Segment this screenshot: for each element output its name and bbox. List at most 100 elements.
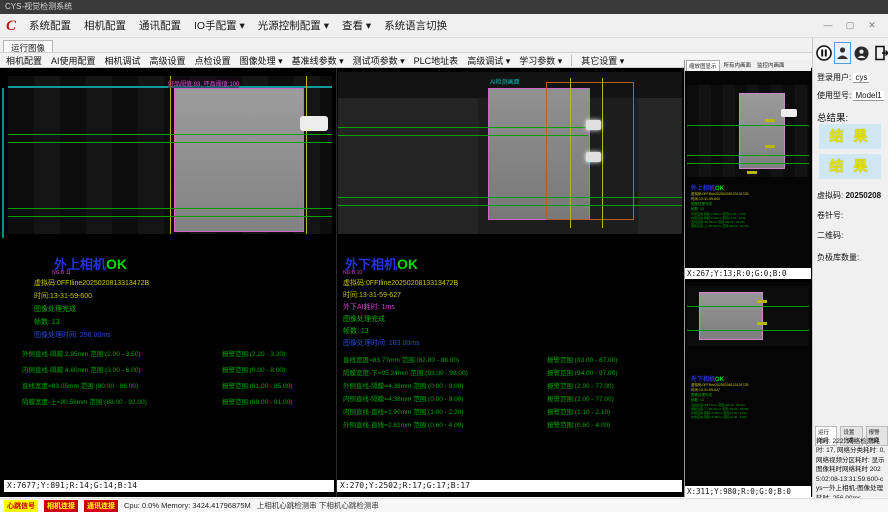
result-ok: OK xyxy=(397,256,418,272)
operator-icon xyxy=(854,46,869,61)
qr-code-label: 二维码: xyxy=(817,230,843,241)
time-line: 时间:13-31-59-600 xyxy=(34,291,92,301)
measure-line-green xyxy=(687,306,809,307)
menu-language-switch[interactable]: 系统语言切换 xyxy=(384,18,447,33)
machine-body-left xyxy=(338,98,478,234)
alarm-range: 报警范围:(0.60 - 4.00) xyxy=(547,419,610,429)
camera-panel-lower-outer[interactable]: AI检测画面 外下相机OK NG:B:10 虚拟码:0FFIline202502… xyxy=(336,68,682,497)
tool-image-processing[interactable]: 图像处理 ▾ xyxy=(240,54,283,67)
tool-learning-params[interactable]: 学习参数 ▾ xyxy=(519,54,562,67)
virtual-code-value: 20250208 xyxy=(845,191,881,200)
alarm-range: 报警范围:(94.00 - 97.00) xyxy=(547,367,617,377)
heartbeat-status-badge: 心跳信号 xyxy=(4,500,38,512)
window-title: CYS-视觉检测系统 xyxy=(5,2,72,11)
menu-io-config[interactable]: IO手配置 ▾ xyxy=(194,18,245,33)
pause-button[interactable] xyxy=(815,42,832,64)
camera-image-lower[interactable]: AI检测画面 xyxy=(338,72,682,234)
tool-spot-check[interactable]: 点检设置 xyxy=(195,54,231,67)
login-user-field: 登录用户: cys xyxy=(817,72,869,83)
measure-line-green xyxy=(338,197,682,198)
mini-tab-monitor-views[interactable]: 监控内画面 xyxy=(755,60,787,71)
alarm-range: 报警范围:(2.00 - 77.00) xyxy=(547,380,614,390)
measure-line-green xyxy=(687,163,809,164)
close-icon[interactable]: ✕ xyxy=(866,20,878,31)
menu-view[interactable]: 查看 ▾ xyxy=(342,18,371,33)
virtual-code-label: 虚拟码: xyxy=(817,191,843,200)
measure-row: 隔膜宽度-上=90.56mm 范围:(88.00 - 92.00) xyxy=(22,396,147,406)
led-reflection xyxy=(586,120,601,130)
alarm-range: 报警范围:(1.10 - 2.10) xyxy=(547,406,610,416)
done-line: 图像处理完成 xyxy=(34,304,76,314)
overlay-yellow-line xyxy=(306,76,307,234)
model-label: 使用型号: xyxy=(817,91,851,100)
operator-button[interactable] xyxy=(853,42,870,64)
measure-row: 外侧直线-隔膜:2.95mm 范围:(2.00 - 3.50) xyxy=(22,348,140,358)
user-login-button[interactable] xyxy=(834,42,851,64)
user-icon xyxy=(836,46,849,60)
ai-roi-box xyxy=(546,82,634,220)
tool-camera-config[interactable]: 相机配置 xyxy=(6,54,42,67)
tool-baseline-params[interactable]: 基准线参数 ▾ xyxy=(292,54,344,67)
measure-row: 直线宽度=83.77mm 范围:(82.00 - 88.00) xyxy=(343,354,459,364)
mini-view-bottom[interactable]: 外下相机OK 虚拟码:0FFIline2025020813313472B 时间:… xyxy=(685,282,811,497)
measure-line-green xyxy=(8,208,332,209)
overlay-yellow-line xyxy=(170,76,171,234)
result-display-2: 结 果 xyxy=(819,154,881,179)
frame-count-line: 帧数: 13 xyxy=(343,326,369,336)
tool-ai-config[interactable]: AI使用配置 xyxy=(51,54,96,67)
login-user-value[interactable]: cys xyxy=(853,73,869,83)
measure-row: 直线宽度=83.05mm 范围:(80.00 - 86.00) xyxy=(22,380,138,390)
menu-camera-config[interactable]: 相机配置 xyxy=(84,18,126,33)
camera-image-upper[interactable]: 好品阈值:93, 坏品阈值:100 xyxy=(8,76,332,234)
model-field: 使用型号: Model1 xyxy=(817,90,884,101)
electrode-region xyxy=(739,93,785,169)
mini-view-top[interactable]: 外上相机OK 虚拟码:0FFIline2025020813313472B 时间:… xyxy=(685,71,811,279)
cpu-memory-readout: Cpu: 0.0% Memory: 3424.41796875M xyxy=(124,501,251,510)
measure-line-green xyxy=(8,142,332,143)
measure-line-green xyxy=(338,205,682,206)
run-info-log[interactable]: 耗时: 222, 网络检测耗时: 17, 网络分类耗时: 0, 网络视频分区耗时… xyxy=(816,437,886,503)
app-logo-icon: C xyxy=(6,16,16,36)
cursor-position-readout: X:311;Y:980;R:0;G:0;B:0 xyxy=(685,486,811,497)
main-view-area: 好品阈值:93, 坏品阈值:100 外上相机OK NG:B:11 虚拟码:0FF… xyxy=(0,68,812,497)
tool-advanced-settings[interactable]: 高级设置 xyxy=(150,54,186,67)
menu-light-config[interactable]: 光源控制配置 ▾ xyxy=(258,18,329,33)
alarm-range: 报警范围:(83.00 - 87.00) xyxy=(547,354,617,364)
mini-result-text: 外下相机OK 虚拟码:0FFIline2025020813313472B 时间:… xyxy=(691,374,749,419)
measure-row: 隔膜宽度-上=90.56mm 范围:(88.00 - 92.00) xyxy=(691,224,749,228)
tool-advanced-debug[interactable]: 高级调试 ▾ xyxy=(467,54,510,67)
tool-plc-address[interactable]: PLC地址表 xyxy=(414,54,459,67)
mini-tab-all-views[interactable]: 所有内画面 xyxy=(722,60,754,71)
frame-count-line: 帧数: 13 xyxy=(34,317,60,327)
measure-label-mark xyxy=(765,119,775,122)
mini-tab-row: 缩放图显示 所有内画面 监控内画面 xyxy=(685,60,811,71)
measure-line-green xyxy=(338,127,588,128)
cursor-position-readout: X:270;Y:2502;R:17;G:17;B:17 xyxy=(337,480,682,492)
model-value[interactable]: Model1 xyxy=(853,91,883,101)
alarm-range: 报警范围:(2.20 - 3.20) xyxy=(222,348,285,358)
mini-image xyxy=(687,286,809,346)
measure-label-mark xyxy=(747,171,757,174)
tool-camera-debug[interactable]: 相机调试 xyxy=(105,54,141,67)
measure-row: 外侧直线-直线=2.61mm 范围:(0.60 - 4.00) xyxy=(343,419,463,429)
pause-icon xyxy=(816,45,832,61)
menu-bar: C 系统配置 相机配置 通讯配置 IO手配置 ▾ 光源控制配置 ▾ 查看 ▾ 系… xyxy=(0,14,888,38)
measure-line-green xyxy=(687,125,809,126)
mini-tab-zoom-view[interactable]: 缩放图显示 xyxy=(686,60,720,71)
maximize-icon[interactable]: ▢ xyxy=(844,20,856,31)
menu-comm-config[interactable]: 通讯配置 xyxy=(139,18,181,33)
status-bar: 心跳信号 相机连接 通讯连接 Cpu: 0.0% Memory: 3424.41… xyxy=(0,498,888,512)
window-titlebar[interactable]: CYS-视觉检测系统 xyxy=(0,0,888,14)
total-result-label: 总结果: xyxy=(817,110,848,124)
camera-connection-badge: 相机连接 xyxy=(44,500,78,512)
menu-system-config[interactable]: 系统配置 xyxy=(29,18,71,33)
measure-row: 外侧直线-隔膜=4.38mm 范围:(0.00 - 9.00) xyxy=(343,380,463,390)
tool-other-settings[interactable]: 其它设置 ▾ xyxy=(581,54,624,67)
exit-button[interactable] xyxy=(872,42,888,64)
mini-image xyxy=(687,85,809,177)
tool-test-params[interactable]: 测试项参数 ▾ xyxy=(353,54,405,67)
camera-panel-upper-outer[interactable]: 好品阈值:93, 坏品阈值:100 外上相机OK NG:B:11 虚拟码:0FF… xyxy=(4,68,334,497)
toolbar-separator xyxy=(571,55,572,66)
minimize-icon[interactable]: — xyxy=(822,20,834,31)
alarm-range: 报警范围:(81.00 - 85.00) xyxy=(222,380,292,390)
